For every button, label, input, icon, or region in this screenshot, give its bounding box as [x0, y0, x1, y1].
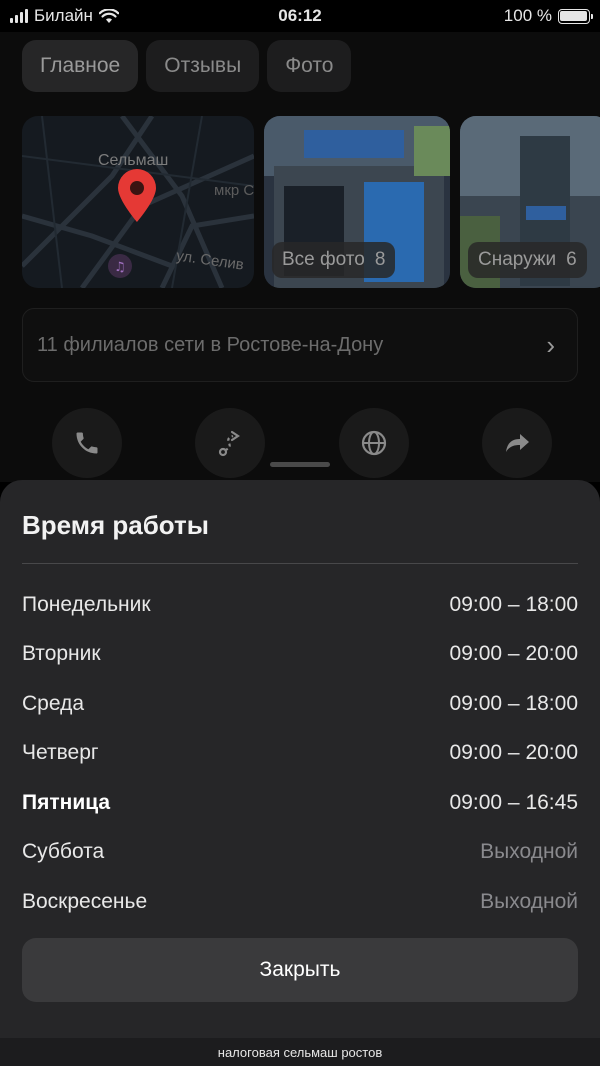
time-value: 09:00 – 18:00 — [449, 592, 578, 616]
photo-outside[interactable]: Снаружи 6 — [460, 116, 600, 288]
hours-list: Понедельник 09:00 – 18:00 Вторник 09:00 … — [22, 580, 578, 927]
share-button[interactable] — [481, 408, 552, 478]
phone-icon — [76, 432, 98, 454]
close-button[interactable]: Закрыть — [22, 938, 578, 1002]
hours-row-thursday: Четверг 09:00 – 20:00 — [22, 729, 578, 779]
hours-row-wednesday: Среда 09:00 – 18:00 — [22, 679, 578, 729]
time-value: 09:00 – 18:00 — [449, 691, 578, 715]
day-label: Понедельник — [22, 592, 151, 616]
place-card-background: Главное Отзывы Фото ♫ Сельмаш мкр С ул. … — [0, 32, 600, 482]
status-bar: Билайн 06:12 100 % — [0, 0, 600, 32]
map-thumbnail[interactable]: ♫ Сельмаш мкр С ул. Селив — [22, 116, 254, 288]
tab-bar: Главное Отзывы Фото — [22, 40, 352, 92]
hours-row-tuesday: Вторник 09:00 – 20:00 — [22, 630, 578, 680]
tab-main[interactable]: Главное — [22, 40, 139, 92]
hours-row-sunday: Воскресенье Выходной — [22, 877, 578, 927]
route-icon — [219, 430, 241, 457]
branches-text: 11 филиалов сети в Ростове-на-Дону — [37, 333, 384, 356]
photo-all-label: Все фото 8 — [272, 242, 396, 278]
status-right: 100 % — [390, 6, 593, 26]
media-row: ♫ Сельмаш мкр С ул. Селив Все фото 8 Сна… — [22, 116, 600, 288]
day-label: Пятница — [22, 790, 111, 814]
share-icon — [505, 434, 529, 452]
map-pin-icon — [118, 169, 156, 222]
signal-icon — [10, 9, 28, 23]
tab-reviews[interactable]: Отзывы — [146, 40, 260, 92]
photo-outside-count: 6 — [566, 249, 577, 270]
battery-icon — [557, 8, 593, 24]
time-value: Выходной — [480, 840, 578, 864]
day-label: Четверг — [22, 741, 99, 765]
photo-all[interactable]: Все фото 8 — [264, 116, 450, 288]
photo-outside-text: Снаружи — [478, 249, 557, 270]
working-hours-sheet: Время работы Понедельник 09:00 – 18:00 В… — [0, 480, 600, 1038]
hours-row-monday: Понедельник 09:00 – 18:00 — [22, 580, 578, 630]
day-label: Воскресенье — [22, 889, 148, 913]
wifi-icon — [98, 8, 119, 23]
time-value: 09:00 – 20:00 — [449, 642, 578, 666]
battery-percent: 100 % — [503, 6, 552, 25]
carrier-name: Билайн — [34, 6, 93, 25]
sheet-grabber[interactable] — [270, 462, 330, 467]
search-query-bar[interactable]: налоговая сельмаш ростов — [0, 1038, 600, 1066]
hours-row-saturday: Суббота Выходной — [22, 828, 578, 878]
divider — [22, 563, 578, 564]
globe-icon — [361, 430, 386, 456]
photo-all-count: 8 — [374, 249, 386, 270]
branches-link[interactable]: 11 филиалов сети в Ростове-на-Дону › — [22, 308, 578, 382]
day-label: Суббота — [22, 840, 105, 864]
day-label: Вторник — [22, 642, 101, 666]
time-value: Выходной — [480, 889, 578, 913]
route-button[interactable] — [195, 408, 266, 478]
call-button[interactable] — [52, 408, 122, 478]
action-buttons — [52, 408, 552, 478]
search-query-text: налоговая сельмаш ростов — [217, 1044, 383, 1060]
time-value: 09:00 – 16:45 — [449, 790, 578, 814]
svg-text:♫: ♫ — [114, 260, 126, 275]
day-label: Среда — [22, 691, 84, 715]
photo-outside-label: Снаружи 6 — [468, 242, 587, 278]
photo-all-text: Все фото — [282, 249, 365, 270]
status-left: Билайн — [10, 6, 210, 26]
hours-row-friday: Пятница 09:00 – 16:45 — [22, 778, 578, 828]
website-button[interactable] — [338, 408, 409, 478]
sheet-title: Время работы — [22, 510, 209, 540]
map-label-district: мкр С — [214, 182, 254, 199]
chevron-right-icon: › — [546, 329, 555, 360]
tab-photos[interactable]: Фото — [267, 40, 352, 92]
time-value: 09:00 – 20:00 — [449, 741, 578, 765]
clock: 06:12 — [278, 6, 322, 25]
